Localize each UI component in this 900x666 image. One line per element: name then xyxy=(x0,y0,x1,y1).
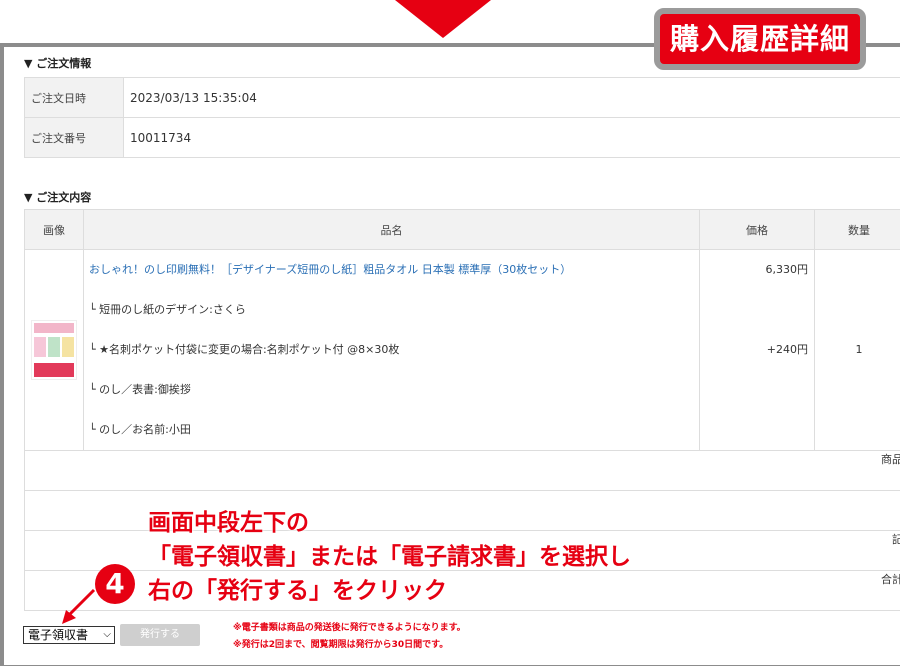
product-title-link[interactable]: おしゃれ！のし印刷無料！［デザイナーズ短冊のし紙］粗品タオル 日本製 標準厚（3… xyxy=(89,250,699,290)
header-name: 品名 xyxy=(83,209,700,250)
table-header-row: 画像 品名 価格 数量 xyxy=(24,209,900,250)
note-line: ※発行は2回まで、閲覧期限は発行から30日間です。 xyxy=(233,640,449,650)
purchase-history-detail-badge: 購入履歴詳細 xyxy=(654,8,866,70)
product-option: └ ★名刺ポケット付袋に変更の場合:名刺ポケット付 @8×30枚 xyxy=(89,343,400,356)
note-line: ※電子書類は商品の発送後に発行できるようになります。 xyxy=(233,623,466,633)
table-row: ご注文番号 10011734 xyxy=(24,117,900,158)
product-price-cell: 6,330円 +240円 xyxy=(699,249,815,451)
product-option: └ のし／お名前:小田 xyxy=(89,423,191,436)
product-thumbnail[interactable] xyxy=(31,320,77,380)
product-qty: 1 xyxy=(855,343,863,356)
annotation-line: 画面中段左下の xyxy=(148,510,309,536)
header-image: 画像 xyxy=(24,209,84,250)
annotation-line: 「電子領収書」または「電子請求書」を選択し xyxy=(148,544,631,570)
notes: ※電子書類は商品の発送後に発行できるようになります。 ※発行は2回まで、閲覧期限… xyxy=(233,620,466,654)
product-option: └ 短冊のし紙のデザイン:さくら xyxy=(89,303,246,316)
pointer-arrow-icon xyxy=(62,588,96,624)
header-qty: 数量 xyxy=(814,209,900,250)
table-row: ご注文日時 2023/03/13 15:35:04 xyxy=(24,77,900,118)
issue-button[interactable]: 発行する xyxy=(120,624,200,646)
option-price: +240円 xyxy=(766,343,808,356)
document-type-select[interactable]: 電子領収書 ⌵ xyxy=(23,626,115,644)
product-option: └ のし／表書:御挨拶 xyxy=(89,383,191,396)
product-name-cell: おしゃれ！のし印刷無料！［デザイナーズ短冊のし紙］粗品タオル 日本製 標準厚（3… xyxy=(83,249,700,451)
down-arrow-marker xyxy=(395,0,491,38)
annotation-line: 右の「発行する」をクリック xyxy=(148,578,447,604)
header-price: 価格 xyxy=(699,209,815,250)
order-date-label: ご注文日時 xyxy=(24,77,124,118)
summary-label: 商品 xyxy=(24,450,900,491)
order-items-title: ▼ ご注文内容 xyxy=(24,191,92,204)
product-qty-cell: 1 xyxy=(814,249,900,451)
order-info-title: ▼ ご注文情報 xyxy=(24,57,92,70)
table-row: おしゃれ！のし印刷無料！［デザイナーズ短冊のし紙］粗品タオル 日本製 標準厚（3… xyxy=(24,249,900,451)
document-type-value: 電子領収書 xyxy=(28,628,89,642)
step-number-badge: 4 xyxy=(95,564,135,604)
order-info-table: ご注文日時 2023/03/13 15:35:04 ご注文番号 10011734 xyxy=(24,77,900,158)
instruction-annotation: 画面中段左下の 「電子領収書」または「電子請求書」を選択し 右の「発行する」をク… xyxy=(148,506,631,608)
order-date-value: 2023/03/13 15:35:04 xyxy=(123,77,900,118)
order-number-label: ご注文番号 xyxy=(24,117,124,158)
product-price: 6,330円 xyxy=(765,263,809,276)
product-image-cell xyxy=(24,249,84,451)
chevron-down-icon: ⌵ xyxy=(103,629,111,640)
order-number-value: 10011734 xyxy=(123,117,900,158)
summary-row: 商品 xyxy=(24,450,900,491)
